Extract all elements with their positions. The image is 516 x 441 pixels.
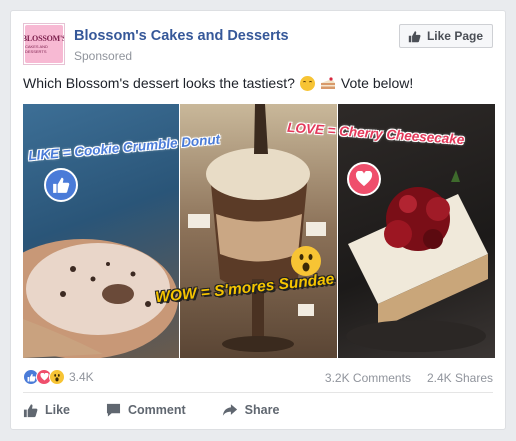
sponsored-label[interactable]: Sponsored xyxy=(74,49,132,63)
post-actions: Like Comment Share xyxy=(23,395,493,425)
smiling-face-icon xyxy=(299,75,315,91)
post-text: Which Blossom's dessert looks the tastie… xyxy=(23,75,295,91)
comment-bubble-icon xyxy=(106,403,121,417)
like-reaction-icon xyxy=(44,168,78,202)
love-reaction-icon xyxy=(347,162,381,196)
like-page-button[interactable]: Like Page xyxy=(398,24,493,48)
page-avatar[interactable]: BLOSSOM'S CAKES AND DESSERTS xyxy=(23,23,65,65)
comments-count-link[interactable]: 3.2K Comments xyxy=(325,371,411,385)
wow-reaction-icon xyxy=(291,246,321,276)
wow-icon xyxy=(49,369,65,385)
like-button[interactable]: Like xyxy=(23,403,70,418)
reaction-count: 3.4K xyxy=(69,370,94,384)
page-name-link[interactable]: Blossom's Cakes and Desserts xyxy=(74,28,289,44)
comment-button-label: Comment xyxy=(128,403,186,417)
post-image[interactable]: LIKE = Cookie Crumble Donut LOVE = Cherr… xyxy=(23,104,495,358)
shares-count-link[interactable]: 2.4K Shares xyxy=(427,371,493,385)
cake-slice-icon xyxy=(320,76,336,90)
share-arrow-icon xyxy=(222,403,238,417)
thumbs-up-icon xyxy=(408,30,421,43)
share-button-label: Share xyxy=(244,403,280,417)
share-button[interactable]: Share xyxy=(222,403,280,417)
logo-text: BLOSSOM'S xyxy=(23,34,65,43)
engagement-summary: 3.4K 3.2K Comments 2.4K Shares xyxy=(23,369,493,387)
comment-button[interactable]: Comment xyxy=(106,403,186,417)
sponsored-post-card: BLOSSOM'S CAKES AND DESSERTS Blossom's C… xyxy=(10,10,506,430)
logo-subtext: CAKES AND DESSERTS xyxy=(25,44,48,54)
thumbs-up-icon xyxy=(23,403,38,418)
like-button-label: Like xyxy=(45,403,71,417)
post-header: BLOSSOM'S CAKES AND DESSERTS Blossom's C… xyxy=(23,23,493,67)
brand-logo: BLOSSOM'S CAKES AND DESSERTS xyxy=(23,25,65,63)
post-text-suffix: Vote below! xyxy=(340,75,414,91)
engagement-counts: 3.2K Comments 2.4K Shares xyxy=(325,371,493,385)
post-message: Which Blossom's dessert looks the tastie… xyxy=(23,75,413,91)
reaction-summary[interactable]: 3.4K xyxy=(23,369,94,385)
like-page-label: Like Page xyxy=(426,29,483,43)
actions-divider xyxy=(23,392,493,393)
